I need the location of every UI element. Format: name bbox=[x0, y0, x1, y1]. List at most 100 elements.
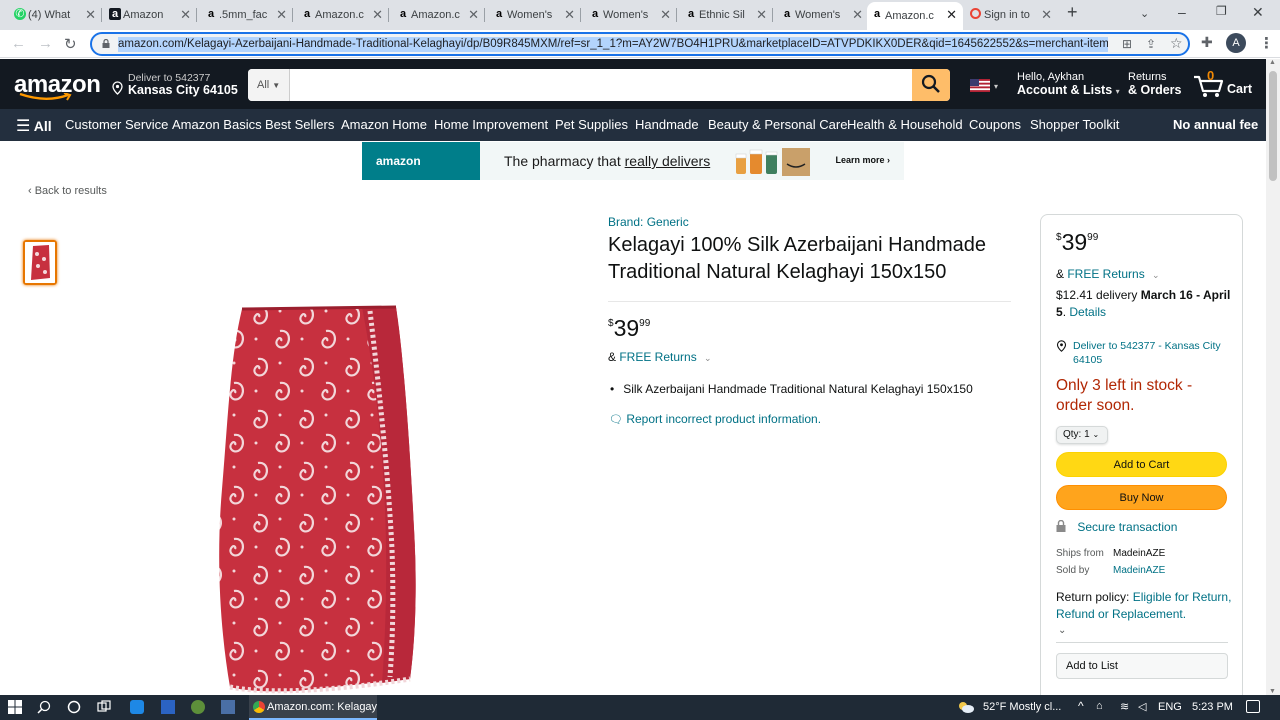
deliver-to-location[interactable]: Deliver to 542377 Kansas City 64105 bbox=[110, 71, 238, 101]
close-window-button[interactable]: ✕ bbox=[1252, 4, 1264, 21]
task-view-icon[interactable] bbox=[97, 700, 111, 714]
weather-text[interactable]: 52°F Mostly cl... bbox=[983, 701, 1073, 713]
quantity-select[interactable]: Qty: 1 ⌄ bbox=[1056, 426, 1108, 444]
search-category-dropdown[interactable]: All ▼ bbox=[248, 69, 290, 101]
nav-item-pet-supplies[interactable]: Pet Supplies bbox=[555, 117, 628, 132]
close-tab-icon[interactable]: ✕ bbox=[276, 7, 287, 23]
cortana-icon[interactable] bbox=[67, 700, 81, 714]
close-tab-icon[interactable]: ✕ bbox=[1041, 7, 1052, 23]
zoom-app-icon[interactable] bbox=[130, 700, 144, 714]
free-returns-link[interactable]: FREE Returns bbox=[619, 350, 696, 364]
language-indicator[interactable]: ENG bbox=[1158, 701, 1182, 713]
product-main-image[interactable] bbox=[200, 299, 440, 695]
all-menu-button[interactable]: ☰ All bbox=[16, 116, 52, 136]
search-icon[interactable] bbox=[37, 700, 51, 714]
nav-item-health[interactable]: Health & Household bbox=[847, 117, 963, 132]
extensions-icon[interactable]: ✚ bbox=[1201, 34, 1213, 51]
share-icon[interactable]: ⇪ bbox=[1146, 37, 1156, 51]
returns-orders[interactable]: Returns & Orders bbox=[1128, 71, 1188, 97]
reload-icon[interactable]: ↻ bbox=[64, 35, 77, 53]
search-input[interactable] bbox=[292, 69, 910, 101]
browser-tab[interactable]: a Amazon.c ✕ bbox=[393, 2, 485, 28]
nav-promo[interactable]: No annual fee bbox=[1173, 117, 1258, 132]
forward-arrow-icon[interactable]: → bbox=[38, 35, 53, 52]
scrollbar-thumb[interactable] bbox=[1269, 71, 1277, 181]
brand-link[interactable]: Brand: Generic bbox=[608, 215, 689, 229]
new-tab-button[interactable]: + bbox=[1067, 2, 1078, 23]
nav-item-amazon-home[interactable]: Amazon Home bbox=[341, 117, 427, 132]
nav-item-best-sellers[interactable]: Best Sellers bbox=[265, 117, 334, 132]
back-to-results-link[interactable]: ‹ Back to results bbox=[28, 185, 107, 197]
network-icon[interactable]: ⌂ bbox=[1096, 700, 1103, 712]
address-bar[interactable]: amazon.com/Kelagayi-Azerbaijani-Handmade… bbox=[90, 32, 1190, 56]
chevron-down-icon[interactable]: ⌄ bbox=[704, 353, 712, 363]
close-tab-icon[interactable]: ✕ bbox=[946, 7, 957, 23]
product-thumbnail[interactable] bbox=[23, 240, 57, 285]
scroll-down-icon[interactable]: ▼ bbox=[1269, 688, 1276, 695]
menu-kebab-icon[interactable]: ⋮ bbox=[1259, 34, 1274, 52]
windows-start-icon[interactable] bbox=[8, 700, 22, 714]
browser-tab[interactable]: a Women's ✕ bbox=[777, 2, 869, 28]
close-tab-icon[interactable]: ✕ bbox=[852, 7, 863, 23]
buy-now-button[interactable]: Buy Now bbox=[1056, 485, 1227, 510]
url-text[interactable]: amazon.com/Kelagayi-Azerbaijani-Handmade… bbox=[118, 37, 1108, 52]
volume-icon[interactable]: ◁ bbox=[1138, 700, 1146, 713]
close-tab-icon[interactable]: ✕ bbox=[180, 7, 191, 23]
search-button[interactable] bbox=[912, 69, 950, 101]
close-tab-icon[interactable]: ✕ bbox=[564, 7, 575, 23]
browser-tab[interactable]: a .5mm_fac ✕ bbox=[201, 2, 293, 28]
nav-item-amazon-basics[interactable]: Amazon Basics bbox=[172, 117, 262, 132]
sold-by-link[interactable]: MadeinAZE bbox=[1113, 565, 1165, 576]
close-tab-icon[interactable]: ✕ bbox=[85, 7, 96, 23]
close-tab-icon[interactable]: ✕ bbox=[468, 7, 479, 23]
notifications-icon[interactable] bbox=[1246, 700, 1260, 713]
delivery-details-link[interactable]: Details bbox=[1069, 305, 1106, 319]
tab-search-icon[interactable]: ⌄ bbox=[1140, 7, 1149, 20]
add-to-list-button[interactable]: Add to List bbox=[1056, 653, 1228, 679]
weather-icon[interactable] bbox=[957, 700, 975, 714]
free-returns-link[interactable]: FREE Returns bbox=[1067, 267, 1144, 281]
wifi-icon[interactable]: ≋ bbox=[1120, 700, 1129, 713]
translate-icon[interactable]: ⊞ bbox=[1122, 37, 1132, 51]
account-lists[interactable]: Hello, Aykhan Account & Lists ▾ bbox=[1017, 71, 1120, 97]
pharmacy-banner[interactable]: amazon pharmacy The pharmacy that really… bbox=[362, 142, 904, 206]
nav-item-home-improvement[interactable]: Home Improvement bbox=[434, 117, 548, 132]
back-arrow-icon[interactable]: ← bbox=[11, 35, 26, 52]
browser-tab[interactable]: Sign in to ✕ bbox=[966, 2, 1058, 28]
close-tab-icon[interactable]: ✕ bbox=[372, 7, 383, 23]
maximize-button[interactable]: ❐ bbox=[1216, 4, 1227, 18]
add-to-cart-button[interactable]: Add to Cart bbox=[1056, 452, 1227, 477]
banner-learn-more[interactable]: Learn more › bbox=[835, 155, 890, 165]
chevron-down-icon[interactable]: ⌄ bbox=[1058, 625, 1066, 636]
clock[interactable]: 5:23 PM bbox=[1192, 701, 1233, 713]
browser-tab[interactable]: a Amazon.c ✕ bbox=[297, 2, 389, 28]
cart-button[interactable]: 0 Cart bbox=[1193, 68, 1255, 100]
minimize-button[interactable]: – bbox=[1178, 4, 1186, 20]
chevron-up-icon[interactable]: ^ bbox=[1078, 699, 1084, 713]
browser-tab[interactable]: ✆ (4) What ✕ bbox=[10, 2, 102, 28]
language-selector[interactable]: ▾ bbox=[970, 79, 998, 97]
taskbar-chrome-window[interactable]: Amazon.com: Kelagay... bbox=[249, 695, 377, 720]
close-tab-icon[interactable]: ✕ bbox=[660, 7, 671, 23]
app-icon[interactable] bbox=[191, 700, 205, 714]
chevron-down-icon[interactable]: ⌄ bbox=[1152, 270, 1160, 280]
profile-avatar[interactable]: A bbox=[1226, 33, 1246, 53]
nav-item-coupons[interactable]: Coupons bbox=[969, 117, 1021, 132]
nav-item-shopper-toolkit[interactable]: Shopper Toolkit bbox=[1030, 117, 1119, 132]
calculator-app-icon[interactable] bbox=[161, 700, 175, 714]
browser-tab[interactable]: a Ethnic Sil ✕ bbox=[681, 2, 773, 28]
browser-tab[interactable]: a Women's ✕ bbox=[489, 2, 581, 28]
nav-item-handmade[interactable]: Handmade bbox=[635, 117, 699, 132]
report-info-link[interactable]: 🗨 Report incorrect product information. bbox=[609, 412, 821, 426]
nav-item-beauty[interactable]: Beauty & Personal Care bbox=[708, 117, 847, 132]
secure-transaction[interactable]: Secure transaction bbox=[1056, 519, 1177, 534]
browser-tab-active[interactable]: a Amazon.c ✕ bbox=[867, 2, 963, 30]
page-scrollbar[interactable]: ▲ ▼ bbox=[1266, 59, 1280, 695]
close-tab-icon[interactable]: ✕ bbox=[756, 7, 767, 23]
browser-tab[interactable]: a Amazon ✕ bbox=[105, 2, 197, 28]
nav-item-customer-service[interactable]: Customer Service bbox=[65, 117, 168, 132]
browser-tab[interactable]: a Women's ✕ bbox=[585, 2, 677, 28]
bookmark-star-icon[interactable]: ☆ bbox=[1170, 35, 1183, 52]
app-icon[interactable] bbox=[221, 700, 235, 714]
scroll-up-icon[interactable]: ▲ bbox=[1269, 59, 1276, 66]
